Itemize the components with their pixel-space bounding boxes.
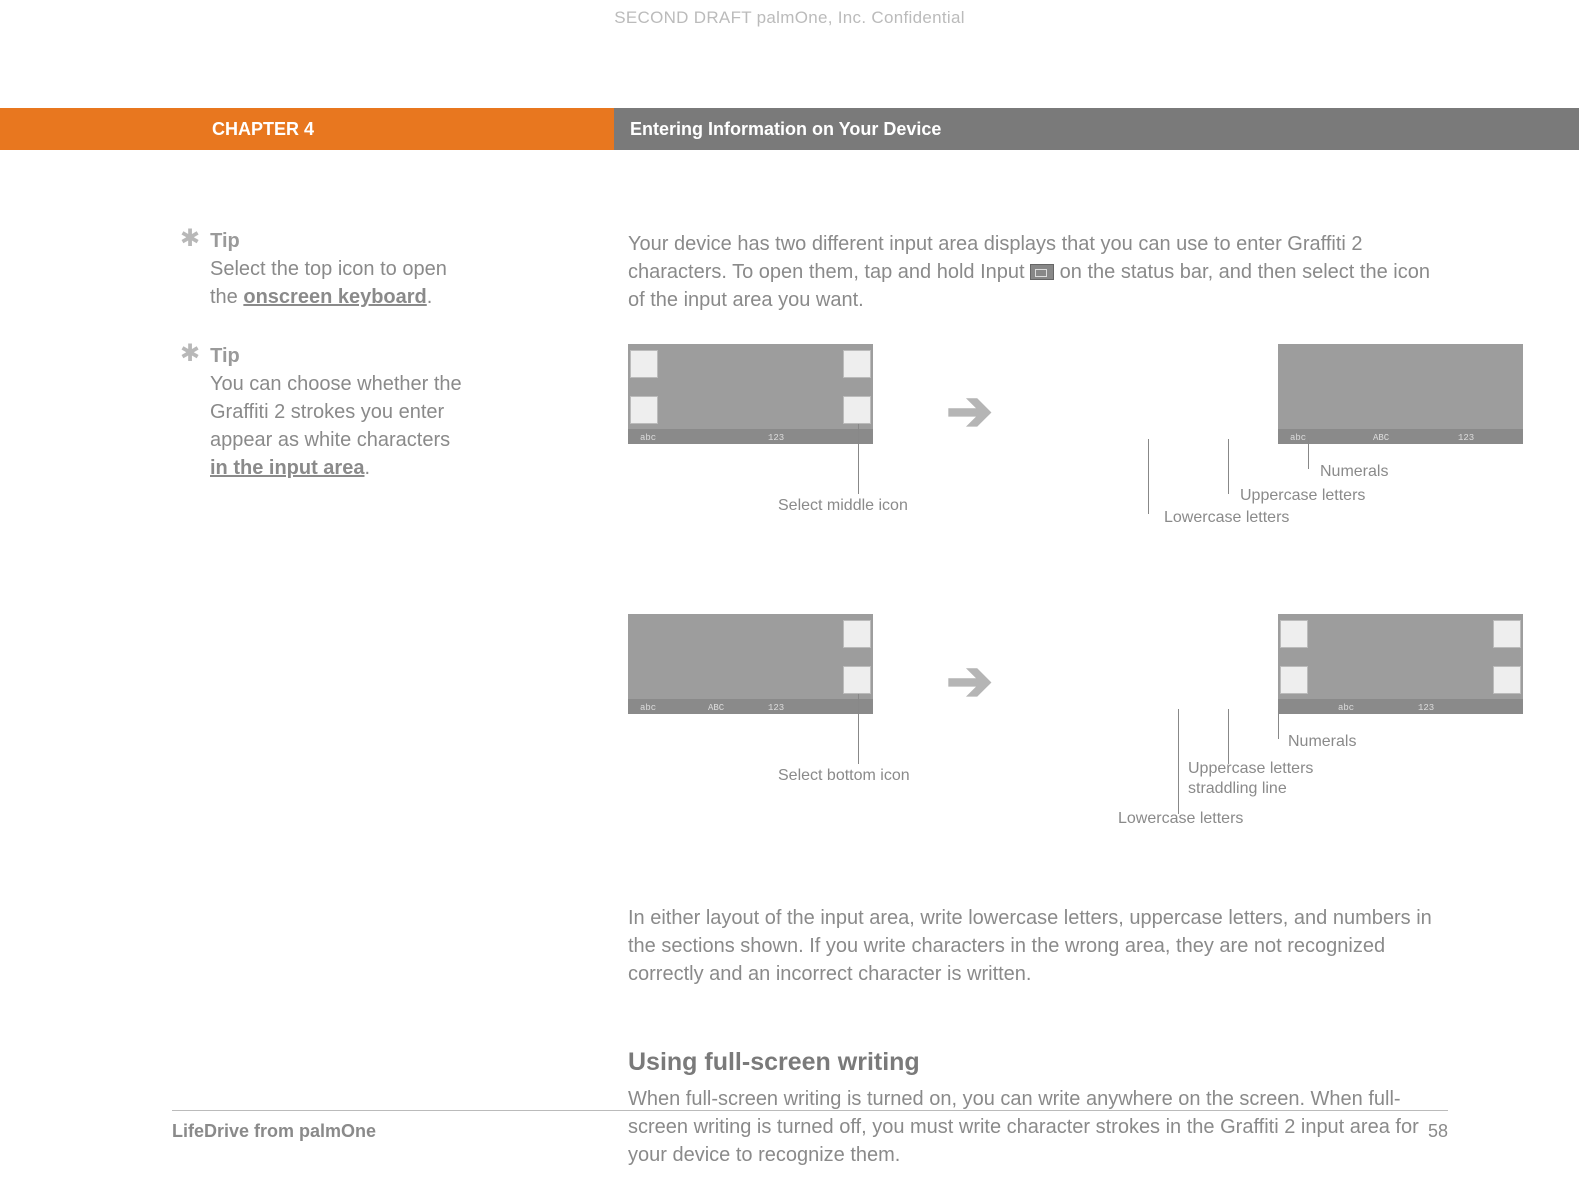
- callout-select-middle: Select middle icon: [778, 496, 908, 516]
- tip-heading: Tip: [180, 345, 470, 368]
- device-corner-icon: [1280, 666, 1308, 694]
- device-bottom-bar: abc 123: [1278, 699, 1523, 714]
- bar-label: 123: [768, 703, 784, 713]
- sidebar-tips: ✱ Tip Select the top icon to open the on…: [180, 230, 470, 516]
- tip-text: .: [364, 457, 370, 479]
- tip-body: Select the top icon to open the onscreen…: [210, 255, 470, 311]
- device-corner-icon: [843, 666, 871, 694]
- tip-link-onscreen-keyboard[interactable]: onscreen keyboard: [243, 286, 426, 308]
- page-footer: LifeDrive from palmOne 58: [172, 1110, 1448, 1142]
- device-corner-icon: [843, 396, 871, 424]
- diagram-middle-icon: abc 123 Select middle icon ➔ abc ABC 123…: [628, 344, 1448, 544]
- tip-text: .: [427, 286, 433, 308]
- heading-fullscreen-writing: Using full-screen writing: [628, 1048, 1448, 1077]
- callout-text: Select bottom icon: [778, 767, 910, 784]
- tip-body: You can choose whether the Graffiti 2 st…: [210, 370, 470, 482]
- device-corner-icon: [1493, 666, 1521, 694]
- callout-uppercase: Uppercase letters: [1240, 486, 1365, 506]
- callout-numerals: Numerals: [1288, 732, 1356, 752]
- device-image-left: abc 123: [628, 344, 873, 444]
- watermark-text: SECOND DRAFT palmOne, Inc. Confidential: [0, 8, 1579, 28]
- chapter-banner: CHAPTER 4 Entering Information on Your D…: [0, 108, 1579, 150]
- callout-select-bottom: Select bottom icon: [778, 766, 910, 786]
- intro-paragraph: Your device has two different input area…: [628, 230, 1448, 314]
- callout-line: [858, 424, 859, 494]
- callout-line: [1178, 709, 1179, 814]
- device-corner-icon: [843, 620, 871, 648]
- bar-label: abc: [1338, 703, 1354, 713]
- device-image-right: abc ABC 123: [1278, 344, 1523, 444]
- device-bottom-bar: abc ABC 123: [1278, 429, 1523, 444]
- device-image-right: abc 123: [1278, 614, 1523, 714]
- callout-line: [1278, 709, 1279, 739]
- device-bottom-bar: abc ABC 123: [628, 699, 873, 714]
- device-corner-icon: [630, 396, 658, 424]
- callout-lowercase: Lowercase letters: [1118, 809, 1243, 829]
- asterisk-icon: ✱: [180, 230, 200, 248]
- bar-label: 123: [1418, 703, 1434, 713]
- callout-line: [1228, 439, 1229, 494]
- callout-line: [1228, 709, 1229, 764]
- bar-label: 123: [1458, 433, 1474, 443]
- footer-title: LifeDrive from palmOne: [172, 1121, 376, 1142]
- callout-numerals: Numerals: [1320, 462, 1388, 482]
- arrow-icon: ➔: [946, 648, 993, 714]
- device-corner-icon: [1280, 620, 1308, 648]
- bar-label: ABC: [1373, 433, 1389, 443]
- callout-text: Select middle icon: [778, 497, 908, 514]
- device-corner-icon: [630, 350, 658, 378]
- main-content: Your device has two different input area…: [628, 230, 1448, 1199]
- middle-paragraph: In either layout of the input area, writ…: [628, 904, 1448, 988]
- bar-label: abc: [640, 703, 656, 713]
- arrow-icon: ➔: [946, 378, 993, 444]
- tip-block: ✱ Tip Select the top icon to open the on…: [180, 230, 470, 311]
- device-corner-icon: [843, 350, 871, 378]
- chapter-label: CHAPTER 4: [0, 108, 614, 150]
- bar-label: 123: [768, 433, 784, 443]
- bar-label: abc: [1290, 433, 1306, 443]
- callout-line: [1148, 439, 1149, 514]
- callout-line: [1308, 439, 1309, 469]
- callout-line: [858, 694, 859, 764]
- device-bottom-bar: abc 123: [628, 429, 873, 444]
- bar-label: ABC: [708, 703, 724, 713]
- tip-text: You can choose whether the Graffiti 2 st…: [210, 373, 462, 451]
- callout-lowercase: Lowercase letters: [1164, 508, 1289, 528]
- diagram-bottom-icon: abc ABC 123 Select bottom icon ➔ abc 123…: [628, 614, 1448, 834]
- page-number: 58: [1428, 1121, 1448, 1142]
- chapter-title: Entering Information on Your Device: [614, 108, 1579, 150]
- bar-label: abc: [640, 433, 656, 443]
- device-corner-icon: [1493, 620, 1521, 648]
- tip-link-input-area[interactable]: in the input area: [210, 457, 364, 479]
- input-icon: [1030, 264, 1054, 280]
- callout-uppercase-straddle: Uppercase letters straddling line: [1188, 759, 1348, 799]
- tip-heading: Tip: [180, 230, 470, 253]
- tip-block: ✱ Tip You can choose whether the Graffit…: [180, 345, 470, 482]
- device-image-left: abc ABC 123: [628, 614, 873, 714]
- asterisk-icon: ✱: [180, 345, 200, 363]
